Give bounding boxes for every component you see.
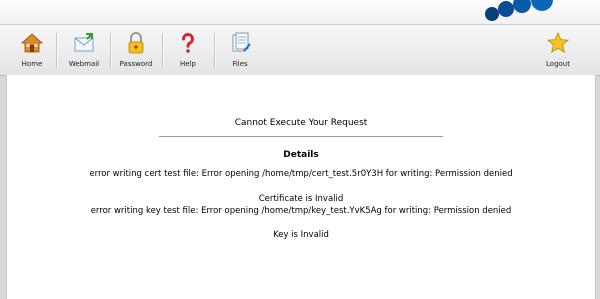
toolbar-divider [214,33,216,69]
logout-label: Logout [546,60,570,68]
help-label: Help [180,60,196,68]
files-icon [232,32,251,52]
key-status: Key is Invalid [273,230,329,240]
password-button[interactable]: Password [116,25,156,75]
cert-status: Certificate is Invalid [258,194,344,204]
logo-dots [485,0,553,21]
toolbar-divider [162,33,164,69]
toolbar-divider [110,33,112,69]
padlock-icon [128,32,144,54]
webmail-button[interactable]: Webmail [64,25,104,75]
home-button[interactable]: Home [14,25,50,75]
top-banner [0,0,600,24]
question-mark-icon [181,32,194,53]
star-icon [547,32,569,53]
details-heading: Details [283,150,319,160]
main-toolbar: Home Webmail Password Help Files Logout [0,24,600,76]
home-label: Home [21,60,43,68]
page-title: Cannot Execute Your Request [234,118,368,128]
main-content: Cannot Execute Your Request Details erro… [6,75,596,299]
files-button[interactable]: Files [222,25,258,75]
key-error-message: error writing key test file: Error openi… [90,206,512,216]
toolbar-divider [56,33,58,69]
password-label: Password [119,60,153,68]
files-label: Files [232,60,248,68]
house-icon [20,33,44,53]
mail-icon [74,33,94,52]
cert-error-message: error writing cert test file: Error open… [89,169,513,179]
help-button[interactable]: Help [170,25,206,75]
divider [159,136,443,137]
webmail-label: Webmail [68,60,100,68]
logout-button[interactable]: Logout [539,25,577,75]
